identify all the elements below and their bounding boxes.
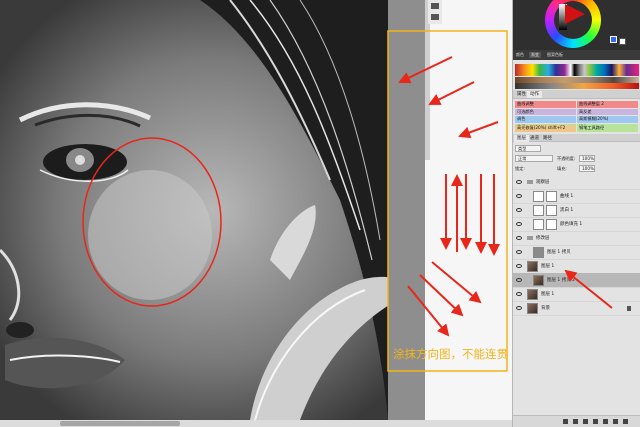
visibility-eye-icon[interactable] <box>516 222 522 226</box>
gradient-bar[interactable] <box>515 83 639 89</box>
foreground-swatch[interactable] <box>610 36 617 43</box>
visibility-eye-icon[interactable] <box>516 292 522 296</box>
layer-thumb <box>533 247 544 258</box>
photoshop-window: 颜色 渐变 图案色板 属性 动作 曲线调整 曲线调整层 2 可选颜色 高反差 调… <box>0 0 640 427</box>
folder-icon <box>527 236 533 240</box>
layer-photo-2[interactable]: 图层 1 <box>513 287 640 302</box>
layers-filter: 类型 正常 不透明度: 100% 锁定: 填充: 100% <box>515 145 639 172</box>
new-group-icon[interactable] <box>603 419 608 424</box>
layer-group-modify[interactable]: 修改层 <box>513 231 640 246</box>
actions-row-extra: 高光修复(20%) shift+F2 钢笔工具路径 <box>515 125 639 132</box>
action-button[interactable]: 高斯模糊(20%) <box>577 116 638 123</box>
layer-background[interactable]: 背景 <box>513 301 640 316</box>
fx-icon[interactable] <box>573 419 578 424</box>
layer-color-fill-1[interactable]: 颜色填充 1 <box>513 217 640 232</box>
annotation-caption: 涂抹方向图，不能连贯 <box>393 347 508 361</box>
swatch-colors[interactable] <box>515 64 639 76</box>
layers-tabs: 图层 通道 路径 <box>513 134 640 142</box>
layers-footer <box>513 415 640 427</box>
fill-label: 填充: <box>557 166 567 171</box>
horizontal-scrollbar[interactable] <box>0 420 512 427</box>
visibility-eye-icon[interactable] <box>516 306 522 310</box>
scroll-thumb[interactable] <box>60 421 180 426</box>
visibility-eye-icon[interactable] <box>516 250 522 254</box>
visibility-eye-icon[interactable] <box>516 194 522 198</box>
tab-gradient[interactable]: 渐变 <box>529 52 541 58</box>
action-button[interactable]: 可选颜色 <box>515 108 576 115</box>
layers-list: 观察层 曲线 1 黑白 1 颜色填充 1 修改层 图层 1 拷贝 图层 1 图层… <box>513 175 640 316</box>
action-button[interactable]: 曲线调整层 2 <box>577 101 638 108</box>
layer-mask-thumb <box>546 219 557 230</box>
layer-mask-thumb <box>546 191 557 202</box>
layer-thumb <box>527 261 538 272</box>
adjustment-icon <box>533 205 544 216</box>
tab-color[interactable]: 颜色 <box>516 52 524 58</box>
color-picker[interactable] <box>513 0 640 50</box>
fill-field[interactable]: 100% <box>579 165 595 172</box>
layer-thumb <box>527 289 538 300</box>
blend-mode-select[interactable]: 正常 <box>515 155 553 162</box>
layer-mask-thumb <box>546 205 557 216</box>
tab-pattern-swatches[interactable]: 图案色板 <box>547 52 563 58</box>
action-button[interactable]: 高反差 <box>577 108 638 115</box>
opacity-field[interactable]: 100% <box>579 155 595 162</box>
visibility-eye-icon[interactable] <box>516 208 522 212</box>
layer-thumb <box>533 275 544 286</box>
image-canvas[interactable] <box>0 0 425 420</box>
swatches-tabs: 颜色 渐变 图案色板 <box>513 50 640 60</box>
adjustment-layer-icon[interactable] <box>593 419 598 424</box>
layer-copy-gray[interactable]: 图层 1 拷贝 <box>513 245 640 260</box>
visibility-eye-icon[interactable] <box>516 278 522 282</box>
mini-toolbar <box>428 0 442 24</box>
visibility-eye-icon[interactable] <box>516 264 522 268</box>
tab-actions[interactable]: 动作 <box>527 91 542 98</box>
properties-tabs: 属性 动作 <box>513 90 640 99</box>
opacity-label: 不透明度: <box>557 156 576 161</box>
lock-icon <box>627 306 631 311</box>
folder-icon <box>527 180 533 184</box>
filter-kind-select[interactable]: 类型 <box>515 145 541 152</box>
link-icon[interactable] <box>563 419 568 424</box>
lock-label: 锁定: <box>515 166 525 171</box>
background-swatch[interactable] <box>619 38 626 45</box>
vertical-scrollbar[interactable] <box>425 0 430 160</box>
photo-inverted-portrait <box>0 0 425 420</box>
layer-photo[interactable]: 图层 1 <box>513 259 640 274</box>
layer-black-white-1[interactable]: 黑白 1 <box>513 203 640 218</box>
action-button[interactable]: 调色 <box>515 116 576 123</box>
action-button[interactable]: 高光修复(20%) shift+F2 <box>515 125 576 132</box>
hue-triangle-icon <box>565 4 585 24</box>
adjustment-icon <box>533 219 544 230</box>
trash-icon[interactable] <box>623 419 628 424</box>
action-button[interactable]: 曲线调整 <box>515 101 576 108</box>
layer-selected[interactable]: 图层 1 拷贝 2 <box>513 273 640 288</box>
tab-paths[interactable]: 路径 <box>540 135 555 142</box>
grid-icon[interactable] <box>431 14 439 20</box>
visibility-eye-icon[interactable] <box>516 236 522 240</box>
action-button[interactable]: 钢笔工具路径 <box>577 125 638 132</box>
visibility-eye-icon[interactable] <box>516 180 522 184</box>
layer-group-observe[interactable]: 观察层 <box>513 175 640 190</box>
adjustment-icon <box>533 191 544 202</box>
right-panel: 颜色 渐变 图案色板 属性 动作 曲线调整 曲线调整层 2 可选颜色 高反差 调… <box>512 0 640 427</box>
mask-icon[interactable] <box>583 419 588 424</box>
new-layer-icon[interactable] <box>613 419 618 424</box>
panel-toggle-icon[interactable] <box>431 3 439 9</box>
layer-curves-1[interactable]: 曲线 1 <box>513 189 640 204</box>
layer-thumb <box>527 303 538 314</box>
